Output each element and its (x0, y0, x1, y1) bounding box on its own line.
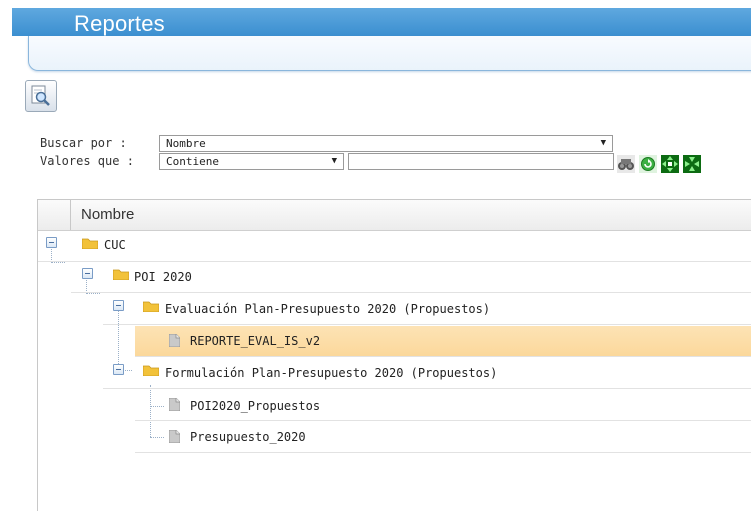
report-icon (169, 430, 180, 443)
buscar-por-select[interactable]: Nombre ▼ (159, 135, 613, 152)
tree-node-label: Presupuesto_2020 (190, 430, 306, 444)
tree-row[interactable]: Evaluación Plan-Presupuesto 2020 (Propue… (103, 294, 751, 325)
tree-row[interactable]: CUC (38, 231, 751, 262)
tree-node-label: CUC (104, 238, 126, 252)
tree-line (86, 293, 100, 294)
valores-que-select[interactable]: Contiene ▼ (159, 153, 344, 170)
chevron-down-icon: ▼ (331, 156, 337, 166)
expand-all-icon[interactable] (661, 155, 679, 173)
report-tree-grid: Nombre CUC POI 2020 Evaluación Plan-Pres… (37, 199, 751, 511)
chevron-down-icon: ▼ (600, 138, 606, 148)
refresh-icon[interactable] (639, 155, 657, 173)
collapse-toggle-icon[interactable] (113, 364, 124, 375)
tree-node-label: REPORTE_EVAL_IS_v2 (190, 334, 321, 348)
buscar-por-value: Nombre (166, 137, 206, 150)
magnifier-page-icon (31, 85, 50, 106)
collapse-toggle-icon[interactable] (46, 237, 57, 248)
folder-icon (143, 301, 159, 312)
report-search-button[interactable] (25, 80, 57, 112)
tree-row[interactable]: POI2020_Propuestos (135, 390, 751, 421)
valores-que-value: Contiene (166, 155, 219, 168)
tree-node-label: POI 2020 (134, 270, 192, 284)
collapse-all-icon[interactable] (683, 155, 701, 173)
column-header-nombre[interactable]: Nombre (81, 206, 134, 223)
binoculars-icon[interactable] (617, 155, 635, 173)
collapse-toggle-icon[interactable] (82, 268, 93, 279)
valores-que-label: Valores que : (40, 154, 134, 168)
report-icon (169, 334, 180, 347)
tree-node-label: Evaluación Plan-Presupuesto 2020 (Propue… (165, 302, 491, 316)
grid-header: Nombre (38, 200, 751, 231)
folder-icon (113, 269, 129, 280)
report-icon (169, 398, 180, 411)
tree-row[interactable]: Formulación Plan-Presupuesto 2020 (Propu… (103, 358, 751, 389)
buscar-por-label: Buscar por : (40, 136, 127, 150)
tree-row-selected[interactable]: REPORTE_EVAL_IS_v2 (135, 326, 751, 357)
tree-node-label: Formulación Plan-Presupuesto 2020 (Propu… (165, 366, 498, 380)
search-input[interactable] (348, 153, 614, 170)
folder-icon (82, 238, 98, 249)
collapse-toggle-icon[interactable] (113, 300, 124, 311)
tree-line (51, 262, 65, 263)
folder-icon (143, 365, 159, 376)
tree-node-label: POI2020_Propuestos (190, 399, 321, 413)
tree-row[interactable]: Presupuesto_2020 (135, 422, 751, 453)
tree-row[interactable]: POI 2020 (71, 262, 751, 293)
column-separator (70, 200, 71, 230)
page-title: Reportes (74, 11, 165, 36)
header-panel (28, 36, 751, 71)
